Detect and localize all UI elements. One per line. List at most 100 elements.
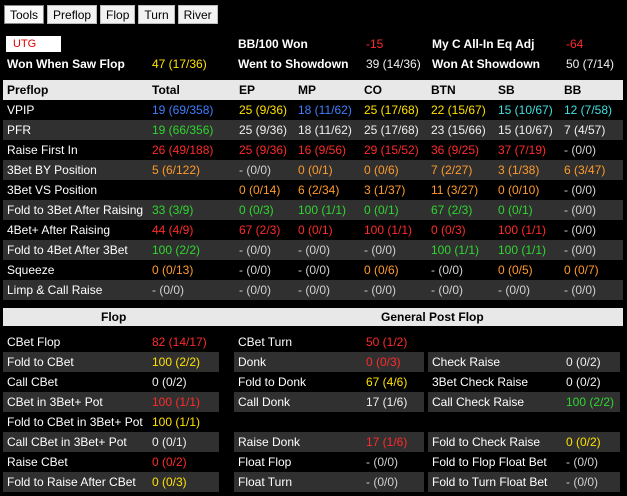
stat-value[interactable]: - (0/0) xyxy=(566,455,598,469)
tab-flop[interactable]: Flop xyxy=(100,5,136,24)
stat-value[interactable]: 23 (15/66) xyxy=(431,120,486,140)
stat-value[interactable]: 16 (9/56) xyxy=(298,140,346,160)
stat-value[interactable]: 0 (0/6) xyxy=(364,160,399,180)
stat-value[interactable]: - (0/0) xyxy=(431,280,463,300)
column-header-total[interactable]: Total xyxy=(152,80,180,100)
tab-preflop[interactable]: Preflop xyxy=(47,5,98,24)
stat-value[interactable]: 100 (2/2) xyxy=(152,355,200,369)
stat-value[interactable]: 3 (1/37) xyxy=(364,180,405,200)
stat-value[interactable]: - (0/0) xyxy=(564,180,596,200)
stat-value[interactable]: - (0/0) xyxy=(564,140,596,160)
stat-value[interactable]: - (0/0) xyxy=(239,280,271,300)
column-header-sb[interactable]: SB xyxy=(498,80,515,100)
stat-value[interactable]: 67 (2/3) xyxy=(431,200,472,220)
stat-value[interactable]: 67 (4/6) xyxy=(366,375,407,389)
stat-value[interactable]: 18 (11/62) xyxy=(298,100,352,120)
stat-value[interactable]: 0 (0/1) xyxy=(298,160,333,180)
stat-value[interactable]: 15 (10/67) xyxy=(498,100,553,120)
stat-value[interactable]: 100 (2/2) xyxy=(152,240,200,260)
stat-value[interactable]: - (0/0) xyxy=(566,475,598,489)
stat-value[interactable]: 0 (0/3) xyxy=(366,355,401,369)
stat-value[interactable]: - (0/0) xyxy=(152,280,184,300)
stat-value[interactable]: 17 (1/6) xyxy=(366,395,407,409)
stat-value[interactable]: 0 (0/10) xyxy=(498,180,539,200)
stat-value[interactable]: 0 (0/5) xyxy=(498,260,533,280)
stat-value[interactable]: - (0/0) xyxy=(498,280,530,300)
column-header-ep[interactable]: EP xyxy=(239,80,255,100)
stat-value[interactable]: 37 (7/19) xyxy=(498,140,546,160)
stat-value[interactable]: - (0/0) xyxy=(366,455,398,469)
stat-value[interactable]: 0 (0/3) xyxy=(431,220,466,240)
stat-value[interactable]: 19 (66/356) xyxy=(152,120,213,140)
stat-value[interactable]: 22 (15/67) xyxy=(431,100,486,120)
stat-value[interactable]: 25 (9/36) xyxy=(239,100,287,120)
stat-value[interactable]: 0 (0/3) xyxy=(152,475,187,489)
stat-value[interactable]: 0 (0/2) xyxy=(152,375,187,389)
stat-value[interactable]: 100 (1/1) xyxy=(298,200,346,220)
stat-value[interactable]: 0 (0/13) xyxy=(152,260,193,280)
position-selector[interactable]: UTG xyxy=(6,36,61,52)
stat-value[interactable]: - (0/0) xyxy=(298,240,330,260)
stat-value[interactable]: 33 (3/9) xyxy=(152,200,193,220)
stat-value[interactable]: 6 (3/47) xyxy=(564,160,605,180)
stat-value[interactable]: 44 (4/9) xyxy=(152,220,193,240)
stat-value[interactable]: 100 (2/2) xyxy=(566,395,614,409)
stat-value[interactable]: 26 (49/188) xyxy=(152,140,213,160)
stat-value[interactable]: 82 (14/17) xyxy=(152,335,207,349)
stat-value[interactable]: 0 (0/2) xyxy=(566,435,601,449)
tab-river[interactable]: River xyxy=(177,5,218,24)
stat-value[interactable]: 0 (0/1) xyxy=(364,200,399,220)
stat-value[interactable]: 0 (0/1) xyxy=(298,220,333,240)
stat-value[interactable]: 100 (1/1) xyxy=(152,415,200,429)
stat-value[interactable]: 36 (9/25) xyxy=(431,140,479,160)
stat-value[interactable]: 0 (0/6) xyxy=(364,260,399,280)
stat-value[interactable]: 0 (0/3) xyxy=(239,200,274,220)
stat-value[interactable]: - (0/0) xyxy=(364,280,396,300)
column-header-mp[interactable]: MP xyxy=(298,80,316,100)
stat-value[interactable]: 100 (1/1) xyxy=(364,220,412,240)
stat-value[interactable]: 0 (0/14) xyxy=(239,180,280,200)
stat-value[interactable]: 25 (9/36) xyxy=(239,120,287,140)
stat-value[interactable]: - (0/0) xyxy=(564,200,596,220)
stat-value[interactable]: - (0/0) xyxy=(298,280,330,300)
column-header-bb[interactable]: BB xyxy=(564,80,581,100)
stat-value[interactable]: 5 (6/122) xyxy=(152,160,200,180)
stat-value[interactable]: 3 (1/38) xyxy=(498,160,539,180)
stat-value[interactable]: 0 (0/7) xyxy=(564,260,599,280)
stat-value[interactable]: - (0/0) xyxy=(239,160,271,180)
stat-value[interactable]: - (0/0) xyxy=(364,240,396,260)
stat-value[interactable]: 25 (17/68) xyxy=(364,100,419,120)
tab-tools[interactable]: Tools xyxy=(4,5,45,24)
stat-value[interactable]: 6 (2/34) xyxy=(298,180,339,200)
stat-value[interactable]: 50 (1/2) xyxy=(366,335,407,349)
stat-value[interactable]: 100 (1/1) xyxy=(498,220,546,240)
stat-value[interactable]: 7 (4/57) xyxy=(564,120,605,140)
stat-value[interactable]: 7 (2/27) xyxy=(431,160,472,180)
stat-value[interactable]: 100 (1/1) xyxy=(498,240,546,260)
stat-value[interactable]: 25 (9/36) xyxy=(239,140,287,160)
stat-value[interactable]: - (0/0) xyxy=(564,240,596,260)
stat-value[interactable]: 0 (0/2) xyxy=(566,375,601,389)
stat-value[interactable]: 0 (0/1) xyxy=(152,435,187,449)
stat-value[interactable]: - (0/0) xyxy=(564,280,596,300)
stat-value[interactable]: - (0/0) xyxy=(366,475,398,489)
column-header-btn[interactable]: BTN xyxy=(431,80,456,100)
stat-value[interactable]: 19 (69/358) xyxy=(152,100,213,120)
stat-value[interactable]: 11 (3/27) xyxy=(431,180,478,200)
stat-value[interactable]: 100 (1/1) xyxy=(431,240,479,260)
stat-value[interactable]: - (0/0) xyxy=(564,220,596,240)
stat-value[interactable]: 25 (17/68) xyxy=(364,120,419,140)
stat-value[interactable]: 18 (11/62) xyxy=(298,120,352,140)
stat-value[interactable]: 67 (2/3) xyxy=(239,220,280,240)
column-header-preflop[interactable]: Preflop xyxy=(7,80,48,100)
stat-value[interactable]: 15 (10/67) xyxy=(498,120,553,140)
stat-value[interactable]: - (0/0) xyxy=(239,240,271,260)
stat-value[interactable]: 0 (0/2) xyxy=(566,355,601,369)
stat-value[interactable]: - (0/0) xyxy=(239,260,271,280)
stat-value[interactable]: 12 (7/58) xyxy=(564,100,612,120)
stat-value[interactable]: 29 (15/52) xyxy=(364,140,419,160)
stat-value[interactable]: 100 (1/1) xyxy=(152,395,200,409)
stat-value[interactable]: 0 (0/2) xyxy=(152,455,187,469)
tab-turn[interactable]: Turn xyxy=(138,5,175,24)
stat-value[interactable]: 0 (0/1) xyxy=(498,200,533,220)
